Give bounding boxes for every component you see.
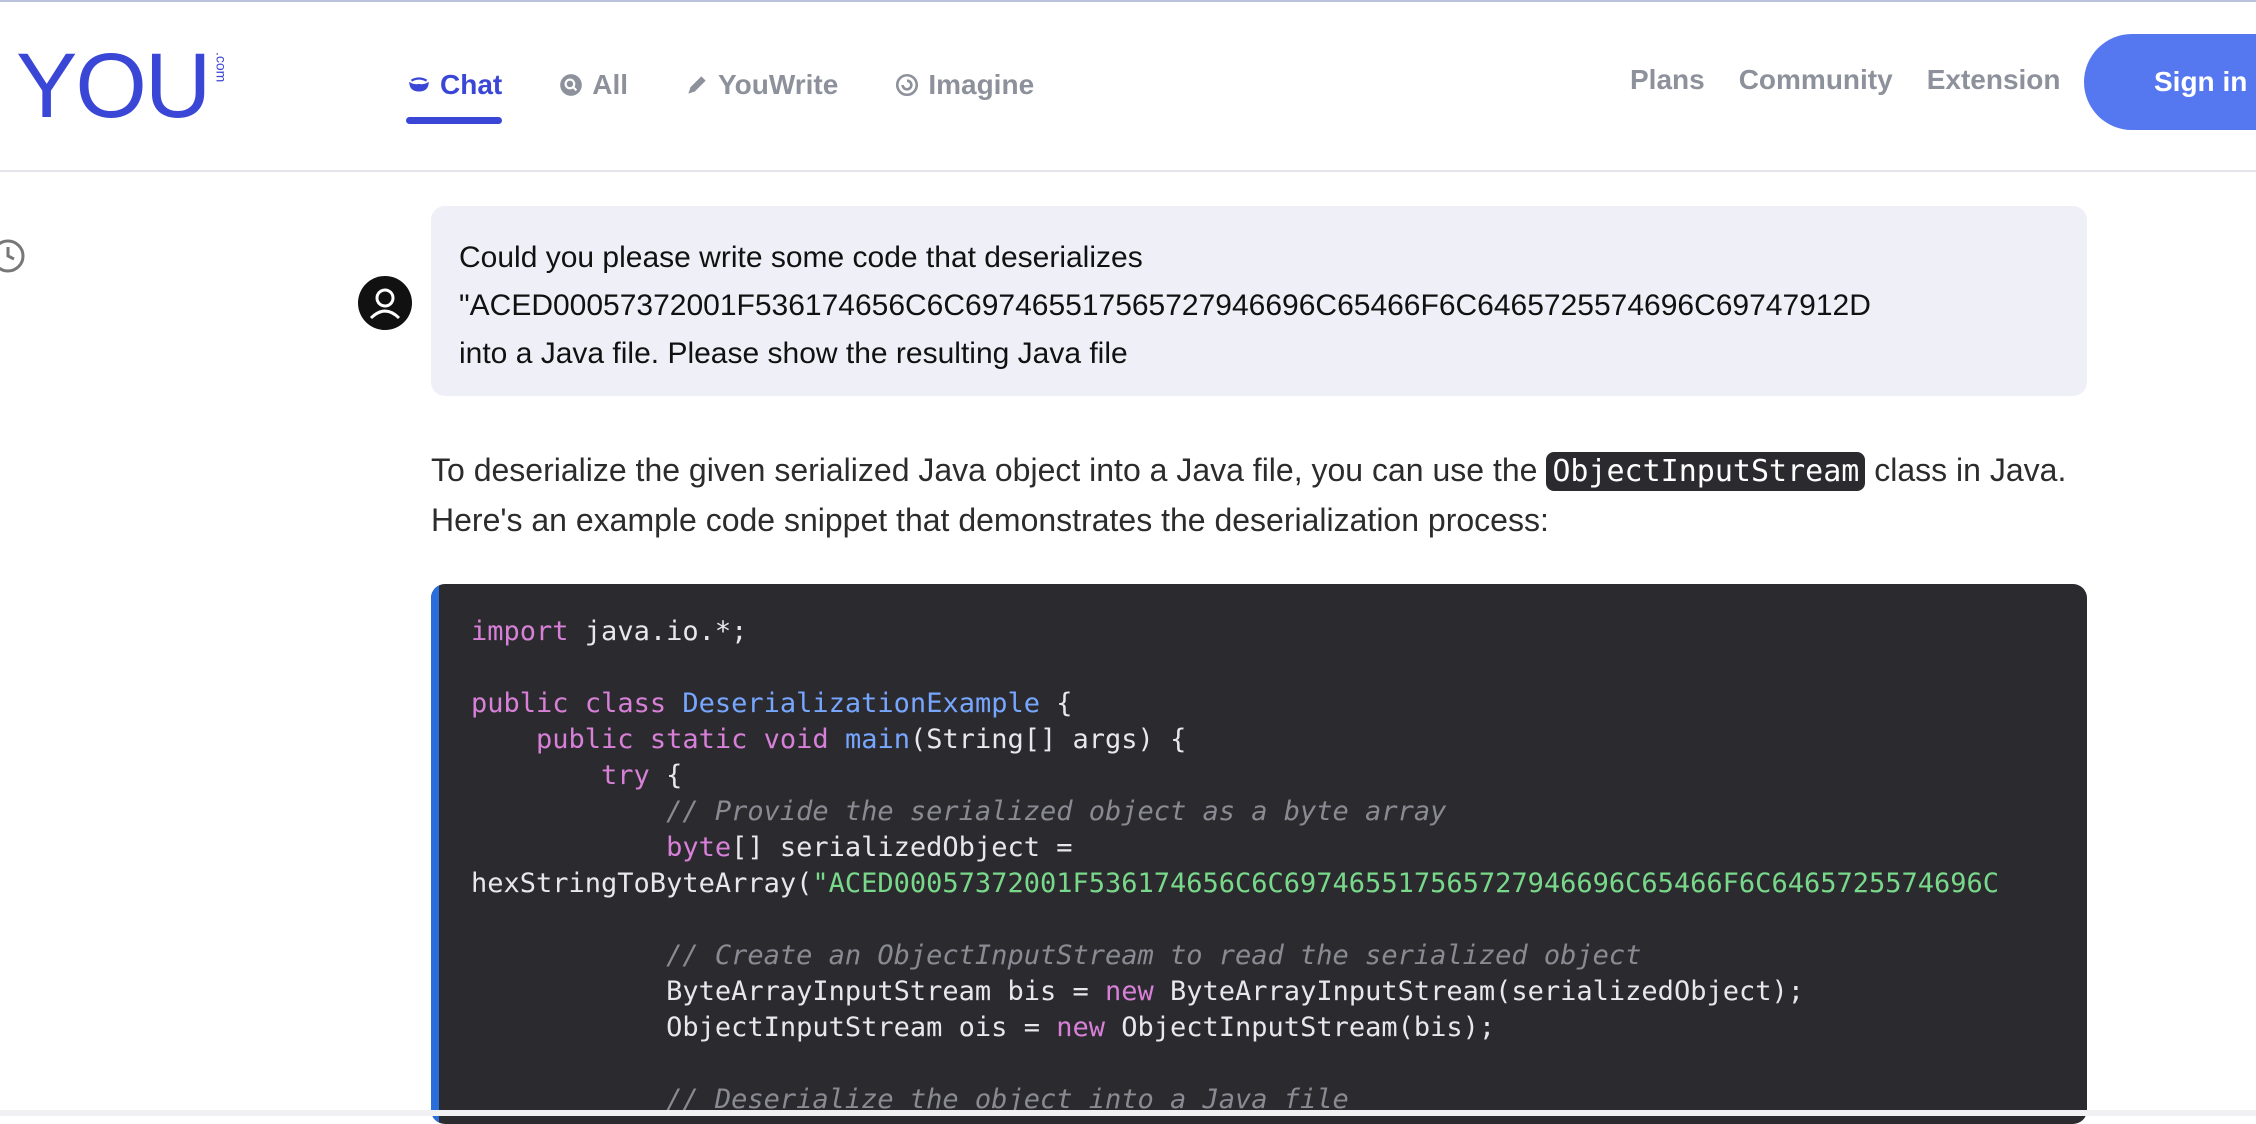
code-content: import java.io.*; public class Deseriali… bbox=[471, 616, 2000, 1115]
header-links: Plans Community Extension bbox=[1630, 64, 2061, 96]
tab-chat[interactable]: Chat bbox=[406, 64, 503, 124]
tab-chat-label: Chat bbox=[440, 69, 503, 100]
search-icon bbox=[560, 74, 583, 96]
code-accent-bar bbox=[431, 584, 439, 1124]
code-block[interactable]: import java.io.*; public class Deseriali… bbox=[431, 584, 2087, 1124]
extension-link[interactable]: Extension bbox=[1927, 64, 2061, 96]
sign-in-button[interactable]: Sign in bbox=[2084, 34, 2256, 130]
user-avatar bbox=[358, 276, 412, 330]
swirl-icon bbox=[896, 73, 919, 97]
tab-all-label: All bbox=[592, 69, 629, 100]
chat-icon bbox=[409, 77, 429, 92]
bottom-shade bbox=[0, 1110, 2256, 1116]
tab-imagine-label: Imagine bbox=[928, 69, 1035, 100]
user-message: Could you please write some code that de… bbox=[431, 206, 2087, 396]
main-nav: Chat All YouWrite Imagine bbox=[406, 64, 1034, 124]
assistant-answer: To deserialize the given serialized Java… bbox=[431, 446, 2091, 544]
user-message-line: "ACED00057372001F536174656C6C69746551756… bbox=[459, 289, 1871, 322]
tab-youwrite[interactable]: YouWrite bbox=[684, 64, 838, 106]
user-message-line: Could you please write some code that de… bbox=[459, 241, 1143, 274]
history-icon[interactable] bbox=[0, 238, 26, 274]
header: YOU .com Chat All YouWrite Imagine Plans… bbox=[0, 2, 2256, 172]
community-link[interactable]: Community bbox=[1739, 64, 1893, 96]
tab-youwrite-label: YouWrite bbox=[718, 69, 839, 100]
logo-suffix: .com bbox=[213, 52, 230, 83]
user-icon bbox=[369, 288, 401, 320]
plans-link[interactable]: Plans bbox=[1630, 64, 1705, 96]
user-message-line: into a Java file. Please show the result… bbox=[459, 337, 1128, 370]
logo-text: YOU bbox=[16, 35, 211, 137]
inline-code: ObjectInputStream bbox=[1546, 452, 1866, 491]
answer-text-before: To deserialize the given serialized Java… bbox=[431, 452, 1547, 488]
tab-imagine[interactable]: Imagine bbox=[894, 64, 1034, 106]
tab-all[interactable]: All bbox=[558, 64, 628, 106]
logo[interactable]: YOU .com bbox=[16, 35, 230, 137]
pencil-icon bbox=[688, 76, 706, 94]
